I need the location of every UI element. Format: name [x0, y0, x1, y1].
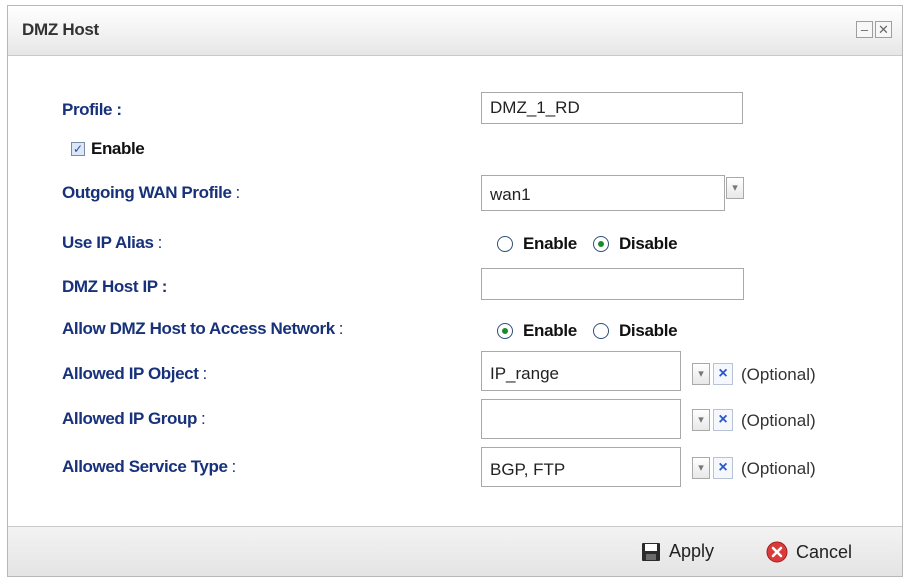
profile-input[interactable]	[481, 92, 743, 124]
optional-label: (Optional)	[741, 365, 816, 384]
allow-access-disable-label: Disable	[618, 321, 678, 340]
optional-label: (Optional)	[741, 459, 816, 478]
clear-x-icon[interactable]: ×	[713, 409, 733, 431]
allowed-ip-object-value: IP_range	[490, 364, 559, 383]
chevron-down-icon[interactable]: ▾	[692, 457, 710, 479]
use-ip-alias-disable-label: Disable	[618, 234, 678, 253]
use-ip-alias-enable-radio[interactable]	[497, 236, 513, 252]
profile-row: Profile :	[62, 95, 122, 125]
dmz-host-ip-label: DMZ Host IP :	[62, 277, 167, 296]
allow-access-enable-radio[interactable]	[497, 323, 513, 339]
colon: :	[202, 364, 208, 383]
outgoing-wan-label: Outgoing WAN Profile	[62, 183, 232, 202]
enable-label: Enable	[91, 139, 145, 158]
use-ip-alias-radios: Enable Disable	[497, 234, 687, 254]
apply-button[interactable]: Apply	[641, 541, 714, 562]
cancel-button[interactable]: Cancel	[766, 541, 852, 563]
colon: :	[157, 233, 163, 252]
use-ip-alias-label: Use IP Alias	[62, 233, 154, 252]
chevron-down-icon[interactable]: ▾	[692, 363, 710, 385]
optional-label: (Optional)	[741, 411, 816, 430]
dmz-host-dialog: DMZ Host – ✕ Profile : ✓ Enable Outgoing…	[7, 5, 903, 577]
allow-access-row: Allow DMZ Host to Access Network :	[62, 314, 344, 344]
colon: :	[235, 183, 241, 202]
cancel-label: Cancel	[796, 541, 853, 562]
allowed-service-type-select[interactable]: BGP, FTP	[481, 447, 681, 487]
dialog-title: DMZ Host	[22, 20, 99, 39]
colon: :	[231, 457, 237, 476]
use-ip-alias-row: Use IP Alias :	[62, 228, 162, 258]
allowed-ip-group-select[interactable]	[481, 399, 681, 439]
outgoing-wan-row: Outgoing WAN Profile :	[62, 178, 240, 208]
use-ip-alias-disable-radio[interactable]	[592, 236, 609, 252]
clear-x-icon[interactable]: ×	[713, 457, 733, 479]
allowed-service-type-row: Allowed Service Type :	[62, 452, 236, 482]
chevron-down-icon[interactable]: ▾	[726, 177, 744, 199]
clear-x-icon[interactable]: ×	[713, 363, 733, 385]
dialog-titlebar: DMZ Host – ✕	[8, 6, 902, 56]
apply-label: Apply	[669, 541, 715, 561]
dialog-footer: Apply Cancel	[8, 526, 902, 576]
outgoing-wan-select[interactable]: wan1	[481, 175, 725, 211]
enable-row: ✓ Enable	[71, 134, 145, 164]
allow-access-enable-label: Enable	[523, 321, 577, 340]
allowed-ip-group-label: Allowed IP Group	[62, 409, 197, 428]
allowed-ip-group-row: Allowed IP Group :	[62, 404, 206, 434]
profile-label: Profile :	[62, 100, 122, 119]
save-disk-icon	[642, 542, 660, 561]
minimize-button[interactable]: –	[856, 21, 873, 38]
dmz-host-ip-row: DMZ Host IP :	[62, 272, 167, 302]
window-controls: – ✕	[856, 21, 892, 38]
allowed-service-type-label: Allowed Service Type	[62, 457, 228, 476]
allowed-service-type-value: BGP, FTP	[490, 460, 566, 479]
colon: :	[338, 319, 344, 338]
allow-access-radios: Enable Disable	[497, 321, 687, 341]
allow-access-label: Allow DMZ Host to Access Network	[62, 319, 335, 338]
colon: :	[200, 409, 206, 428]
chevron-down-icon[interactable]: ▾	[692, 409, 710, 431]
dmz-host-ip-input[interactable]	[481, 268, 744, 300]
outgoing-wan-value: wan1	[490, 185, 531, 204]
allowed-ip-object-row: Allowed IP Object :	[62, 359, 207, 389]
allowed-ip-object-label: Allowed IP Object	[62, 364, 199, 383]
use-ip-alias-enable-label: Enable	[523, 234, 577, 253]
allow-access-disable-radio[interactable]	[592, 323, 609, 339]
allowed-ip-object-select[interactable]: IP_range	[481, 351, 681, 391]
cancel-circle-icon	[766, 541, 788, 563]
close-button[interactable]: ✕	[875, 21, 892, 38]
enable-checkbox[interactable]: ✓	[71, 142, 85, 156]
